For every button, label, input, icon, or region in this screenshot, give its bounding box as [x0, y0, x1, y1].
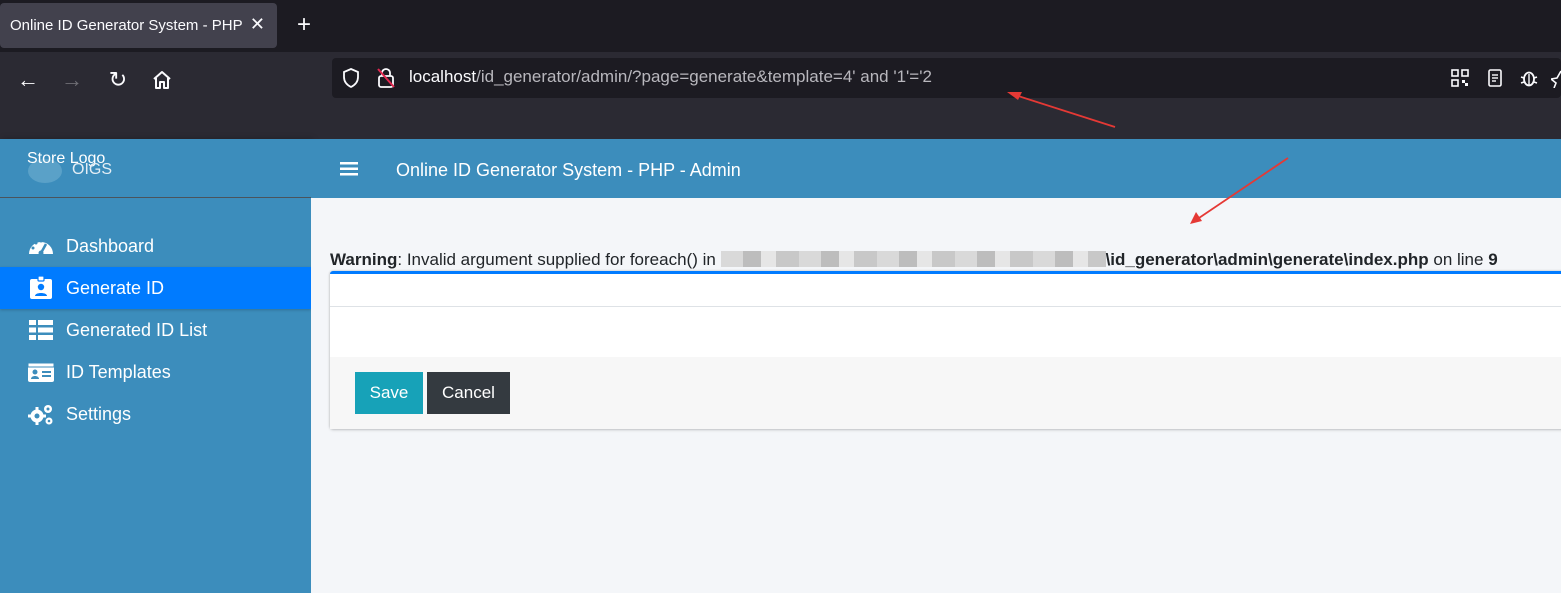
warning-line-number: 9	[1488, 250, 1498, 269]
forward-button[interactable]: →	[58, 66, 86, 94]
shield-icon[interactable]	[342, 68, 360, 88]
warning-line-text: on line	[1428, 250, 1489, 269]
close-tab-icon[interactable]: ✕	[250, 14, 265, 35]
cancel-button[interactable]: Cancel	[427, 372, 510, 414]
header-title: Online ID Generator System - PHP - Admin	[396, 160, 741, 180]
php-warning: Warning: Invalid argument supplied for f…	[330, 250, 1498, 270]
dashboard-icon	[29, 239, 53, 256]
warning-label: Warning	[330, 250, 398, 269]
brand-name: OIGS	[72, 161, 113, 178]
sidebar-item-label: Generate ID	[66, 277, 165, 298]
gears-icon	[28, 405, 53, 425]
sidebar-menu: Dashboard Generate ID Generated ID List	[0, 225, 311, 435]
sidebar-item-label: Dashboard	[66, 235, 155, 256]
table-list-icon	[29, 320, 53, 340]
url-text[interactable]: localhost/id_generator/admin/?page=gener…	[409, 67, 932, 87]
sidebar-item-label: ID Templates	[66, 361, 171, 382]
qr-code-icon[interactable]	[1450, 68, 1470, 88]
browser-nav-bar: ← → ↻ localhost/id_generator/admin/?page…	[0, 52, 1561, 139]
sidebar-item-label: Settings	[66, 403, 132, 424]
browser-tab-bar: Online ID Generator System - PHP ✕ +	[0, 0, 1561, 52]
reader-view-icon[interactable]	[1485, 68, 1505, 88]
address-bar[interactable]: localhost/id_generator/admin/?page=gener…	[332, 58, 1561, 98]
sidebar-item-dashboard[interactable]: Dashboard	[0, 225, 311, 267]
card-body	[330, 307, 1561, 357]
reload-button[interactable]: ↻	[104, 66, 132, 94]
bug-icon[interactable]	[1519, 68, 1539, 88]
sidebar-item-id-templates[interactable]: ID Templates	[0, 351, 311, 393]
generate-id-card: Save Cancel	[330, 271, 1561, 429]
sidebar-item-label: Generated ID List	[66, 319, 208, 340]
card-header	[330, 274, 1561, 307]
content-wrapper: Warning: Invalid argument supplied for f…	[311, 198, 1561, 593]
url-path: /id_generator/admin/?page=generate&templ…	[476, 67, 932, 86]
tab-title: Online ID Generator System - PHP	[10, 17, 243, 34]
redacted-path	[720, 251, 1106, 267]
insecure-lock-icon[interactable]	[376, 67, 396, 89]
star-icon[interactable]	[1551, 68, 1561, 88]
card-footer: Save Cancel	[330, 357, 1561, 429]
sidebar-item-generated-id-list[interactable]: Generated ID List	[0, 309, 311, 351]
home-icon	[153, 71, 171, 89]
hamburger-menu-icon[interactable]	[340, 161, 358, 177]
main-header: Online ID Generator System - PHP - Admin	[311, 139, 1561, 198]
back-button[interactable]: ←	[14, 66, 42, 94]
home-button[interactable]	[148, 66, 176, 94]
warning-message: : Invalid argument supplied for foreach(…	[397, 250, 716, 269]
url-host: localhost	[409, 67, 477, 86]
id-card-icon	[27, 362, 55, 382]
sidebar: Store Logo OIGS Dashboard Generate ID Ge…	[0, 139, 311, 593]
warning-file-path: \id_generator\admin\generate\index.php	[1105, 250, 1429, 269]
brand-link[interactable]: Store Logo OIGS	[0, 139, 311, 198]
sidebar-item-generate-id[interactable]: Generate ID	[0, 267, 311, 309]
id-badge-icon	[30, 276, 52, 299]
save-button[interactable]: Save	[355, 372, 423, 414]
sidebar-item-settings[interactable]: Settings	[0, 393, 311, 435]
new-tab-button[interactable]: +	[290, 10, 318, 40]
browser-tab[interactable]: Online ID Generator System - PHP ✕	[0, 3, 277, 48]
